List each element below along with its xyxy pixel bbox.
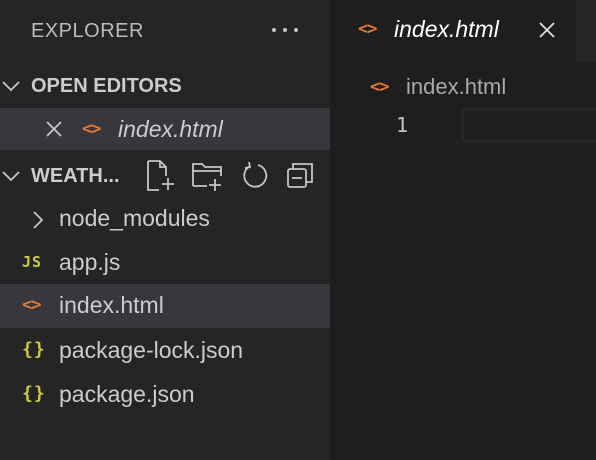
- tree-item-package-json[interactable]: {} package.json: [0, 373, 330, 417]
- tree-item-label: index.html: [59, 292, 164, 318]
- chevron-down-icon: [1, 166, 21, 186]
- breadcrumb-label: index.html: [406, 74, 507, 99]
- new-file-icon[interactable]: [144, 158, 180, 194]
- refresh-icon[interactable]: [236, 158, 272, 194]
- close-icon[interactable]: [537, 20, 557, 40]
- tree-item-index-html[interactable]: <> index.html: [0, 284, 330, 328]
- html-file-icon: <>: [82, 119, 102, 139]
- tree-item-package-lock-json[interactable]: {} package-lock.json: [0, 329, 330, 373]
- html-file-icon: <>: [370, 77, 390, 97]
- tree-item-label: package-lock.json: [59, 337, 244, 363]
- explorer-sidebar: EXPLORER OPEN EDITORS <> index.html WEAT…: [0, 0, 330, 460]
- tree-item-label: app.js: [59, 249, 121, 275]
- tab-label: index.html: [394, 16, 499, 42]
- json-file-icon: {}: [22, 339, 46, 360]
- ellipsis-icon[interactable]: [268, 17, 302, 43]
- vscode-window: EXPLORER OPEN EDITORS <> index.html WEAT…: [0, 0, 596, 460]
- explorer-header: EXPLORER: [0, 0, 330, 64]
- chevron-down-icon: [1, 76, 21, 96]
- open-editor-label: index.html: [118, 116, 223, 142]
- tree-item-app-js[interactable]: JS app.js: [0, 241, 330, 285]
- open-editors-section-header[interactable]: OPEN EDITORS: [0, 66, 330, 106]
- chevron-right-icon: [28, 209, 48, 229]
- html-file-icon: <>: [358, 19, 378, 39]
- explorer-title: EXPLORER: [31, 20, 144, 42]
- new-folder-icon[interactable]: [190, 158, 226, 194]
- collapse-all-icon[interactable]: [284, 158, 320, 194]
- open-editor-item[interactable]: <> index.html: [0, 108, 330, 150]
- html-file-icon: <>: [22, 295, 42, 315]
- current-line-highlight[interactable]: [462, 108, 596, 142]
- workspace-label: WEATH...: [31, 165, 120, 187]
- tab-bar: <> index.html: [330, 0, 596, 62]
- open-editors-label: OPEN EDITORS: [31, 75, 182, 97]
- tree-item-label: package.json: [59, 381, 195, 407]
- line-number: 1: [396, 113, 409, 137]
- editor-area: <> index.html <> index.html 1: [330, 0, 596, 460]
- close-icon[interactable]: [44, 119, 64, 139]
- json-file-icon: {}: [22, 383, 46, 404]
- js-file-icon: JS: [22, 253, 43, 271]
- tab-index-html[interactable]: <> index.html: [330, 0, 576, 62]
- tree-item-label: node_modules: [59, 205, 210, 231]
- tree-item-node-modules[interactable]: node_modules: [0, 197, 330, 241]
